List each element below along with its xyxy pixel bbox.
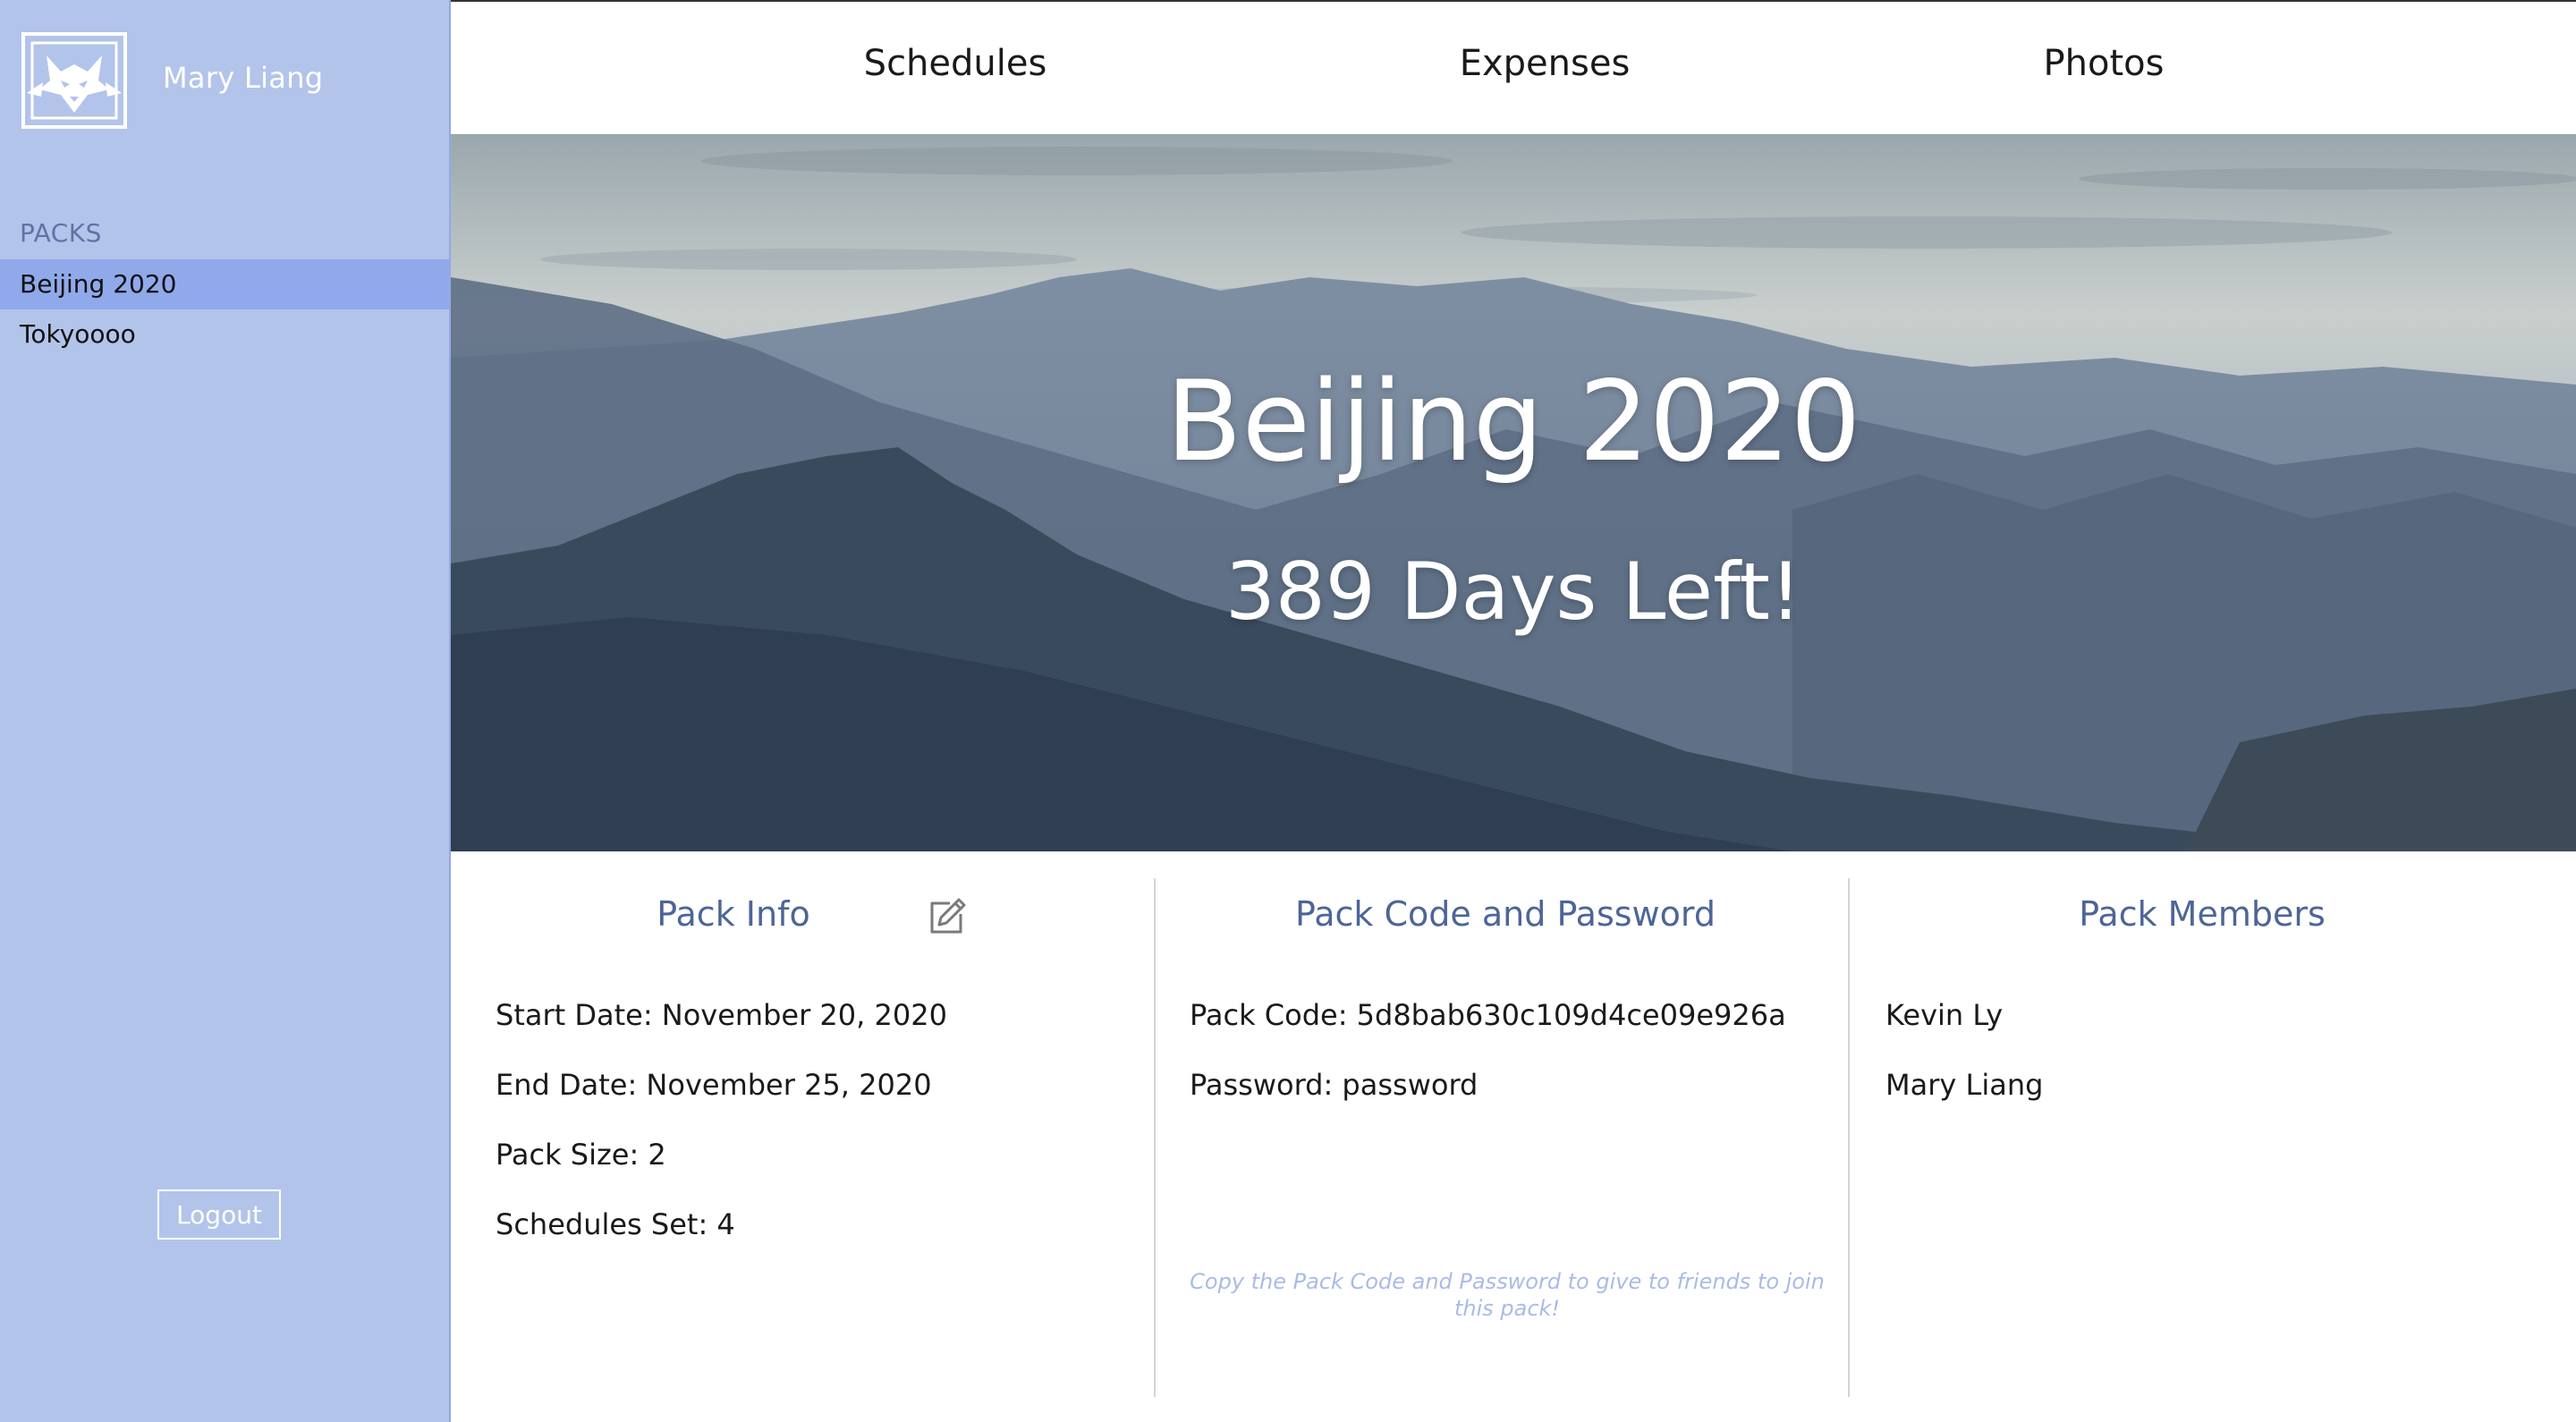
pack-info-heading: Pack Info [657, 894, 810, 934]
member-item: Mary Liang [1885, 1068, 2044, 1102]
app-root: Mary Liang PACKS Beijing 2020 Tokyoooo L… [0, 0, 2576, 1422]
top-nav: Schedules Expenses Photos [451, 0, 2576, 134]
pack-end-date: End Date: November 25, 2020 [496, 1068, 932, 1102]
mountain-background-image [451, 134, 2576, 851]
logout-button[interactable]: Logout [157, 1189, 281, 1240]
share-hint: Copy the Pack Code and Password to give … [1190, 1269, 1825, 1321]
user-name: Mary Liang [163, 61, 324, 95]
panel-divider [1848, 878, 1850, 1397]
pack-code-heading: Pack Code and Password [1295, 894, 1716, 934]
schedules-set: Schedules Set: 4 [496, 1207, 735, 1241]
wolf-logo-icon [21, 32, 127, 129]
pack-start-date: Start Date: November 20, 2020 [496, 998, 947, 1032]
edit-icon[interactable] [927, 896, 968, 937]
hero-title: Beijing 2020 [1165, 358, 1861, 487]
pack-code: Pack Code: 5d8bab630c109d4ce09e926a [1190, 998, 1786, 1032]
pack-password: Password: password [1190, 1068, 1479, 1102]
nav-link-photos[interactable]: Photos [2044, 43, 2165, 84]
sidebar: Mary Liang PACKS Beijing 2020 Tokyoooo L… [0, 0, 451, 1422]
sidebar-item-tokyoooo[interactable]: Tokyoooo [0, 309, 449, 360]
sidebar-item-beijing-2020[interactable]: Beijing 2020 [0, 259, 449, 309]
hero-banner: Beijing 2020 389 Days Left! [451, 134, 2576, 851]
member-item: Kevin Ly [1885, 998, 2004, 1032]
pack-size: Pack Size: 2 [496, 1138, 666, 1172]
packs-section-label: PACKS [20, 218, 102, 248]
pack-members-heading: Pack Members [2079, 894, 2326, 934]
nav-link-expenses[interactable]: Expenses [1460, 43, 1631, 84]
hero-countdown: 389 Days Left! [1224, 546, 1802, 638]
nav-link-schedules[interactable]: Schedules [864, 43, 1047, 84]
panel-divider [1154, 878, 1156, 1397]
